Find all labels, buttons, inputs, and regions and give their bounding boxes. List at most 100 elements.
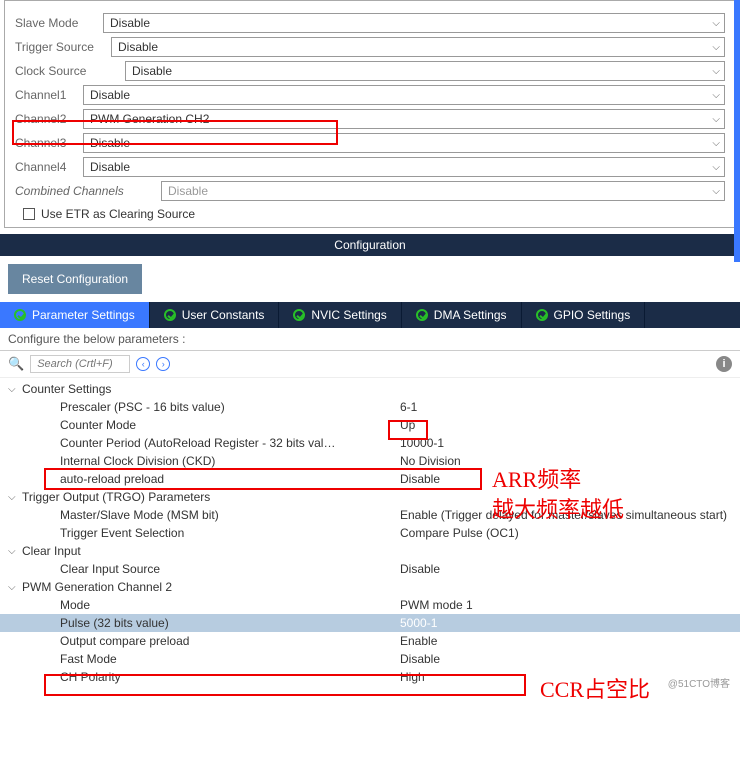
channel2-row: Channel2 PWM Generation CH2⌵: [15, 109, 725, 129]
param-name: Pulse (32 bits value): [60, 616, 400, 630]
param-value: 6-1: [400, 400, 740, 414]
search-prev-icon[interactable]: ‹: [136, 357, 150, 371]
clock-source-value: Disable: [132, 64, 172, 78]
info-icon[interactable]: i: [716, 356, 732, 372]
channel1-row: Channel1Disable⌵: [15, 85, 725, 105]
param-row[interactable]: Internal Clock Division (CKD)No Division: [0, 452, 740, 470]
param-row[interactable]: ModePWM mode 1: [0, 596, 740, 614]
param-value: PWM mode 1: [400, 598, 740, 612]
search-next-icon[interactable]: ›: [156, 357, 170, 371]
use-etr-label: Use ETR as Clearing Source: [41, 207, 195, 221]
channel4-label: Channel4: [15, 160, 77, 174]
channel3-select[interactable]: Disable ⌵: [83, 133, 725, 153]
param-row[interactable]: auto-reload preloadDisable: [0, 470, 740, 488]
param-row[interactable]: Master/Slave Mode (MSM bit)Enable (Trigg…: [0, 506, 740, 524]
param-value: Disable: [400, 472, 740, 486]
check-icon: [416, 309, 428, 321]
search-icon: 🔍: [8, 356, 24, 372]
param-name: Mode: [60, 598, 400, 612]
channel4-select[interactable]: Disable⌵: [83, 157, 725, 177]
param-name: Clear Input Source: [60, 562, 400, 576]
param-row[interactable]: Prescaler (PSC - 16 bits value)6-1: [0, 398, 740, 416]
group-counter-title: Counter Settings: [22, 382, 111, 396]
check-icon: [293, 309, 305, 321]
search-input[interactable]: [30, 355, 130, 373]
param-name: Internal Clock Division (CKD): [60, 454, 400, 468]
clock-source-select[interactable]: Disable⌵: [125, 61, 725, 81]
slave-mode-select[interactable]: Disable⌵: [103, 13, 725, 33]
search-bar: 🔍 ‹ › i: [0, 351, 740, 378]
tab-nvic-settings[interactable]: NVIC Settings: [279, 302, 401, 328]
param-name: Fast Mode: [60, 652, 400, 666]
tab-nvic-settings-label: NVIC Settings: [311, 308, 386, 322]
tab-dma-settings[interactable]: DMA Settings: [402, 302, 522, 328]
group-clear-title: Clear Input: [22, 544, 81, 558]
clock-source-label: Clock Source: [15, 64, 119, 78]
chevron-down-icon: ⌵: [712, 42, 720, 53]
param-name: Counter Period (AutoReload Register - 32…: [60, 436, 400, 450]
group-clear[interactable]: ⌵ Clear Input: [0, 542, 740, 560]
tab-gpio-settings-label: GPIO Settings: [554, 308, 631, 322]
param-value: Disable: [400, 562, 740, 576]
use-etr-checkbox[interactable]: [23, 208, 35, 220]
param-name: CH Polarity: [60, 670, 400, 684]
trigger-source-value: Disable: [118, 40, 158, 54]
channel3-value: Disable: [90, 136, 130, 150]
channel4-row: Channel4 Disable⌵: [15, 157, 725, 177]
param-row[interactable]: Trigger Event SelectionCompare Pulse (OC…: [0, 524, 740, 542]
mode-panel: Slave Mode Disable ⌵ Trigger Source Disable ⌵…: [4, 0, 736, 228]
chevron-down-icon: ⌵: [712, 186, 720, 197]
configuration-header-bar: Configuration: [0, 234, 740, 256]
tab-parameter-settings-label: Parameter Settings: [32, 308, 135, 322]
trigger-source-select[interactable]: Disable ⌵: [111, 37, 725, 57]
group-counter[interactable]: ⌵ Counter Settings: [0, 380, 740, 398]
param-value: High: [400, 670, 740, 684]
chevron-down-icon: ⌵: [712, 162, 720, 173]
chevron-down-icon: ⌵: [8, 384, 18, 395]
reset-configuration-button[interactable]: Reset Configuration: [8, 264, 142, 294]
param-value: Disable: [400, 652, 740, 666]
group-pwm2[interactable]: ⌵PWM Generation Channel 2: [0, 578, 740, 596]
channel3-row: Channel3 Disable ⌵: [15, 133, 725, 153]
configure-header: Configure the below parameters :: [0, 328, 740, 351]
channel2-select[interactable]: PWM Generation CH2⌵: [83, 109, 725, 129]
param-value: Enable: [400, 634, 740, 648]
chevron-down-icon: ⌵: [712, 138, 720, 149]
tab-user-constants[interactable]: User Constants: [150, 302, 280, 328]
chevron-down-icon: ⌵: [712, 90, 720, 101]
param-row[interactable]: Clear Input SourceDisable: [0, 560, 740, 578]
group-trgo-title: Trigger Output (TRGO) Parameters: [22, 490, 210, 504]
slave-mode-label: Slave Mode: [15, 16, 97, 30]
config-tabs: Parameter Settings User Constants NVIC Set…: [0, 302, 740, 328]
param-row[interactable]: Counter Period (AutoReload Register - 32…: [0, 434, 740, 452]
param-row[interactable]: Output compare preloadEnable: [0, 632, 740, 650]
param-name: Output compare preload: [60, 634, 400, 648]
param-row[interactable]: Fast ModeDisable: [0, 650, 740, 668]
param-row[interactable]: Pulse (32 bits value)5000-1: [0, 614, 740, 632]
chevron-down-icon: ⌵: [8, 546, 18, 557]
tab-user-constants-label: User Constants: [182, 308, 265, 322]
chevron-down-icon: ⌵: [8, 492, 18, 503]
param-value: Up: [400, 418, 740, 432]
param-name: Prescaler (PSC - 16 bits value): [60, 400, 400, 414]
channel1-select[interactable]: Disable ⌵: [83, 85, 725, 105]
param-row[interactable]: CH PolarityHigh: [0, 668, 740, 686]
chevron-down-icon: ⌵: [8, 582, 18, 593]
chevron-down-icon: ⌵: [712, 114, 720, 125]
scrollbar-right[interactable]: [734, 0, 740, 262]
tab-parameter-settings[interactable]: Parameter Settings: [0, 302, 150, 328]
slave-mode-value: Disable: [110, 16, 150, 30]
param-name: auto-reload preload: [60, 472, 400, 486]
channel2-label: Channel2: [15, 112, 77, 126]
clock-source-row: Clock Source Disable⌵: [15, 61, 725, 81]
channel1-value: Disable: [90, 88, 130, 102]
group-trgo[interactable]: ⌵ Trigger Output (TRGO) Parameters: [0, 488, 740, 506]
check-icon: [536, 309, 548, 321]
tab-dma-settings-label: DMA Settings: [434, 308, 507, 322]
tab-gpio-settings[interactable]: GPIO Settings: [522, 302, 646, 328]
param-row[interactable]: Counter ModeUp: [0, 416, 740, 434]
param-value: No Division: [400, 454, 740, 468]
channel3-label: Channel3: [15, 136, 77, 150]
combined-channels-row: Combined ChannelsDisable⌵: [15, 181, 725, 201]
trigger-source-label: Trigger Source: [15, 40, 105, 54]
